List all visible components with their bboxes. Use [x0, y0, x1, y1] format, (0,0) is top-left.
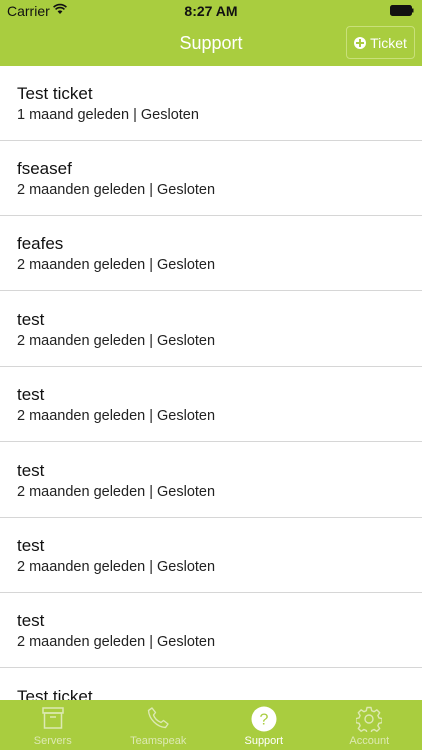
- tab-label: Teamspeak: [130, 735, 187, 747]
- new-ticket-button[interactable]: Ticket: [346, 26, 415, 59]
- ticket-meta: 2 maanden geleden | Gesloten: [17, 559, 216, 575]
- ticket-list[interactable]: Test ticket 1 maand geleden | Gesloten f…: [0, 66, 422, 700]
- ticket-meta: 2 maanden geleden | Gesloten: [17, 257, 216, 273]
- ticket-title: test: [17, 536, 45, 555]
- archive-box-icon: [42, 707, 64, 729]
- ticket-title: Test ticket: [17, 84, 93, 103]
- tab-label: Account: [349, 735, 390, 747]
- tab-label: Servers: [33, 735, 72, 747]
- phone-icon: [148, 707, 169, 729]
- plus-circle-icon: [354, 36, 367, 49]
- clock: 8:27 AM: [184, 3, 238, 19]
- ticket-meta: 2 maanden geleden | Gesloten: [17, 333, 216, 349]
- list-item[interactable]: test 2 maanden geleden | Gesloten: [0, 593, 422, 668]
- list-item[interactable]: feafes 2 maanden geleden | Gesloten: [0, 216, 422, 291]
- tab-support[interactable]: ? Support: [211, 700, 317, 750]
- ticket-meta: 2 maanden geleden | Gesloten: [17, 484, 216, 500]
- list-item[interactable]: Test ticket 1 maand geleden | Gesloten: [0, 66, 422, 141]
- list-item[interactable]: test 2 maanden geleden | Gesloten: [0, 367, 422, 442]
- tab-teamspeak[interactable]: Teamspeak: [106, 700, 212, 750]
- question-circle-icon: ?: [251, 706, 277, 732]
- ticket-title: feafes: [17, 234, 64, 253]
- list-item[interactable]: test 2 maanden geleden | Gesloten: [0, 518, 422, 593]
- tab-account[interactable]: Account: [317, 700, 422, 750]
- gear-icon: [356, 706, 383, 732]
- tab-bar: Servers Teamspeak ? Support Account: [0, 700, 422, 750]
- tab-servers[interactable]: Servers: [0, 700, 106, 750]
- ticket-title: Test ticket: [17, 687, 93, 700]
- list-item[interactable]: Test ticket: [0, 669, 422, 700]
- ticket-meta: 2 maanden geleden | Gesloten: [17, 408, 216, 424]
- ticket-title: fseasef: [17, 159, 72, 178]
- tab-label: Support: [244, 735, 284, 747]
- status-bar: Carrier 8:27 AM: [0, 0, 422, 22]
- ticket-title: test: [17, 611, 45, 630]
- svg-text:?: ?: [259, 712, 268, 729]
- list-item[interactable]: fseasef 2 maanden geleden | Gesloten: [0, 141, 422, 216]
- ticket-meta: 1 maand geleden | Gesloten: [17, 107, 199, 123]
- new-ticket-label: Ticket: [370, 34, 407, 51]
- ticket-meta: 2 maanden geleden | Gesloten: [17, 182, 216, 198]
- list-item[interactable]: test 2 maanden geleden | Gesloten: [0, 292, 422, 367]
- battery-icon: [390, 5, 414, 16]
- ticket-meta: 2 maanden geleden | Gesloten: [17, 634, 216, 650]
- list-item[interactable]: test 2 maanden geleden | Gesloten: [0, 443, 422, 518]
- ticket-title: test: [17, 461, 45, 480]
- ticket-title: test: [17, 310, 45, 329]
- ticket-title: test: [17, 385, 45, 404]
- top-header: Carrier 8:27 AM Support Ticket: [0, 0, 422, 66]
